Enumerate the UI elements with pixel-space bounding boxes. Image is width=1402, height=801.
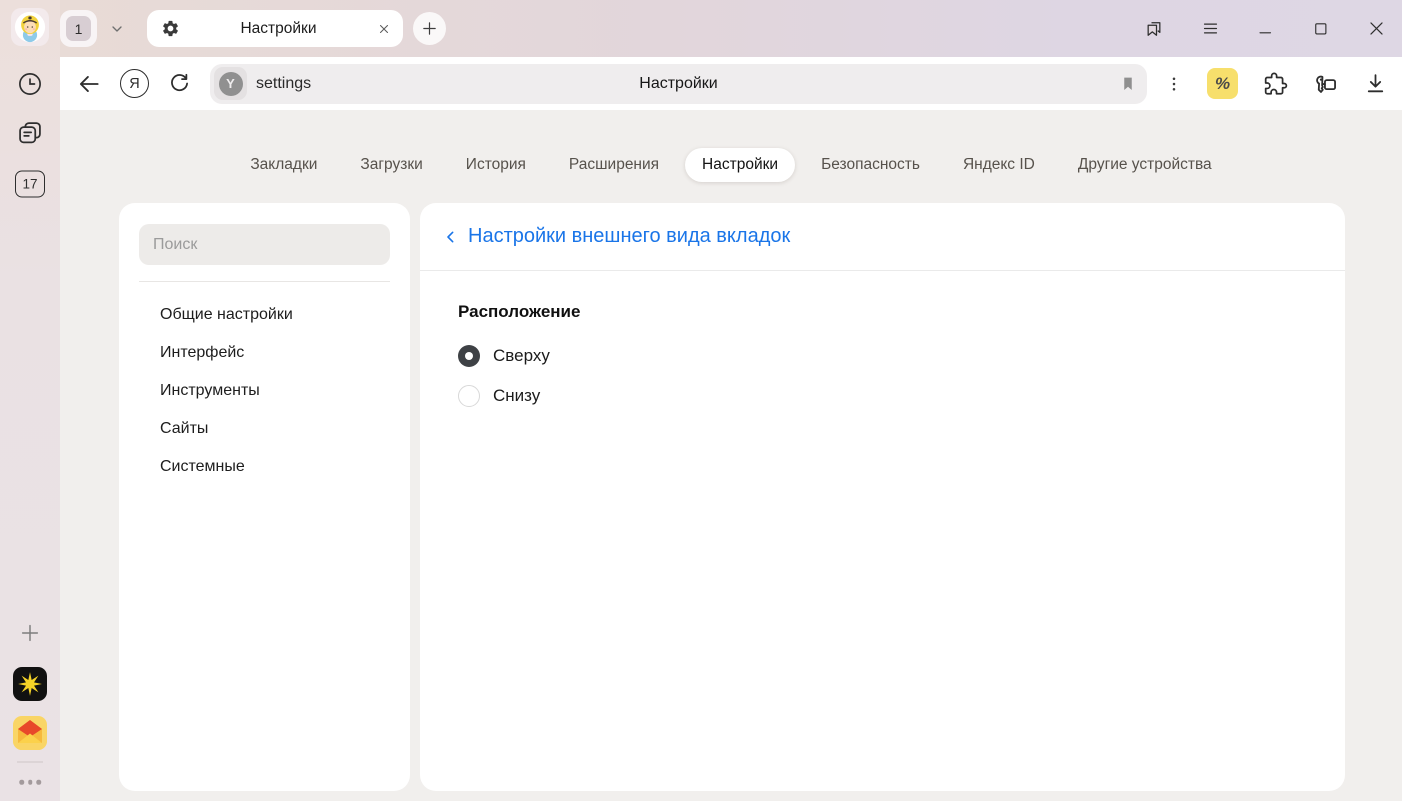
protect-shield-icon: Y: [219, 72, 243, 96]
settings-nav-tabs: Закладки Загрузки История Расширения Нас…: [60, 148, 1402, 182]
nav-tab-yandex-id[interactable]: Яндекс ID: [946, 148, 1052, 182]
address-page-title: Настройки: [210, 75, 1147, 93]
passwords-key-icon[interactable]: [1312, 70, 1339, 97]
url-text: settings: [256, 75, 311, 93]
downloads-icon[interactable]: [1363, 71, 1388, 96]
browser-toolbar: Я Y settings Настройки %: [60, 57, 1402, 110]
sidebar-item-sites[interactable]: Сайты: [119, 410, 410, 448]
notes-stack-icon[interactable]: [16, 119, 44, 147]
rail-more-icon[interactable]: [19, 780, 41, 785]
nav-tab-other-devices[interactable]: Другие устройства: [1061, 148, 1229, 182]
nav-tab-history[interactable]: История: [449, 148, 543, 182]
page-title[interactable]: Настройки внешнего вида вкладок: [468, 225, 790, 248]
calendar-day-badge[interactable]: 17: [15, 171, 45, 198]
kebab-menu-icon[interactable]: [1165, 75, 1183, 93]
profile-avatar[interactable]: [11, 8, 49, 46]
radio-option-bottom[interactable]: Снизу: [458, 381, 1345, 411]
collections-icon[interactable]: [1144, 19, 1164, 39]
nav-tab-extensions[interactable]: Расширения: [552, 148, 676, 182]
protect-badge[interactable]: Y: [214, 67, 247, 100]
extensions-puzzle-icon[interactable]: [1262, 71, 1288, 97]
sidebar-item-tools[interactable]: Инструменты: [119, 372, 410, 410]
yandex-search-app-icon[interactable]: [13, 667, 47, 701]
rail-add-icon[interactable]: [19, 622, 41, 644]
tab-list-chevron-icon[interactable]: [103, 21, 131, 37]
refresh-icon[interactable]: [167, 71, 192, 96]
new-tab-button[interactable]: [413, 12, 446, 45]
sidebar-item-system[interactable]: Системные: [119, 448, 410, 486]
window-close-icon[interactable]: [1367, 19, 1386, 38]
tab-title: Настройки: [180, 20, 377, 38]
radio-selected-icon[interactable]: [458, 345, 480, 367]
tab-close-icon[interactable]: [377, 22, 391, 36]
settings-search-input[interactable]: [153, 236, 376, 254]
sidebar-item-general[interactable]: Общие настройки: [119, 296, 410, 334]
back-button[interactable]: [76, 71, 102, 97]
sidebar-item-interface[interactable]: Интерфейс: [119, 334, 410, 372]
address-bar[interactable]: Y settings Настройки: [210, 64, 1147, 104]
panel-divider: [139, 281, 390, 282]
yandex-home-button[interactable]: Я: [120, 69, 149, 98]
content-header[interactable]: Настройки внешнего вида вкладок: [420, 203, 1345, 270]
toolbar-right-icons: %: [1165, 68, 1388, 99]
section-title: Расположение: [458, 302, 1345, 322]
settings-section-menu: Общие настройки Интерфейс Инструменты Са…: [119, 296, 410, 486]
settings-page: Закладки Загрузки История Расширения Нас…: [60, 110, 1402, 801]
tab-strip: 1 Настройки: [60, 0, 1402, 57]
settings-search-box[interactable]: [139, 224, 390, 265]
radio-unselected-icon[interactable]: [458, 385, 480, 407]
cards-row: Общие настройки Интерфейс Инструменты Са…: [119, 203, 1345, 791]
browser-left-rail: 17: [0, 0, 60, 801]
settings-sidebar-panel: Общие настройки Интерфейс Инструменты Са…: [119, 203, 410, 791]
nav-tab-settings[interactable]: Настройки: [685, 148, 795, 182]
active-browser-tab[interactable]: Настройки: [147, 10, 403, 47]
window-controls: [1144, 19, 1386, 39]
nav-tab-security[interactable]: Безопасность: [804, 148, 937, 182]
tab-counter-button[interactable]: 1: [60, 10, 97, 47]
gear-favicon: [161, 19, 180, 38]
history-clock-icon[interactable]: [17, 71, 44, 98]
bookmark-flag-icon[interactable]: [1119, 75, 1137, 93]
back-chevron-icon[interactable]: [443, 229, 459, 245]
menu-hamburger-icon[interactable]: [1201, 19, 1220, 38]
rail-divider: [17, 762, 43, 763]
window-minimize-icon[interactable]: [1257, 20, 1275, 38]
window-maximize-icon[interactable]: [1312, 20, 1330, 38]
mail-app-icon[interactable]: [13, 716, 47, 750]
settings-content-card: Настройки внешнего вида вкладок Располож…: [420, 203, 1345, 791]
radio-label: Снизу: [493, 386, 540, 406]
position-radio-group: Сверху Снизу: [458, 341, 1345, 411]
nav-tab-bookmarks[interactable]: Закладки: [233, 148, 334, 182]
deals-percent-icon[interactable]: %: [1207, 68, 1238, 99]
radio-label: Сверху: [493, 346, 550, 366]
tab-counter-value: 1: [66, 16, 91, 41]
avatar-girl-icon: [14, 11, 46, 43]
content-body: Расположение Сверху Снизу: [420, 271, 1345, 421]
nav-tab-downloads[interactable]: Загрузки: [343, 148, 439, 182]
radio-option-top[interactable]: Сверху: [458, 341, 1345, 371]
